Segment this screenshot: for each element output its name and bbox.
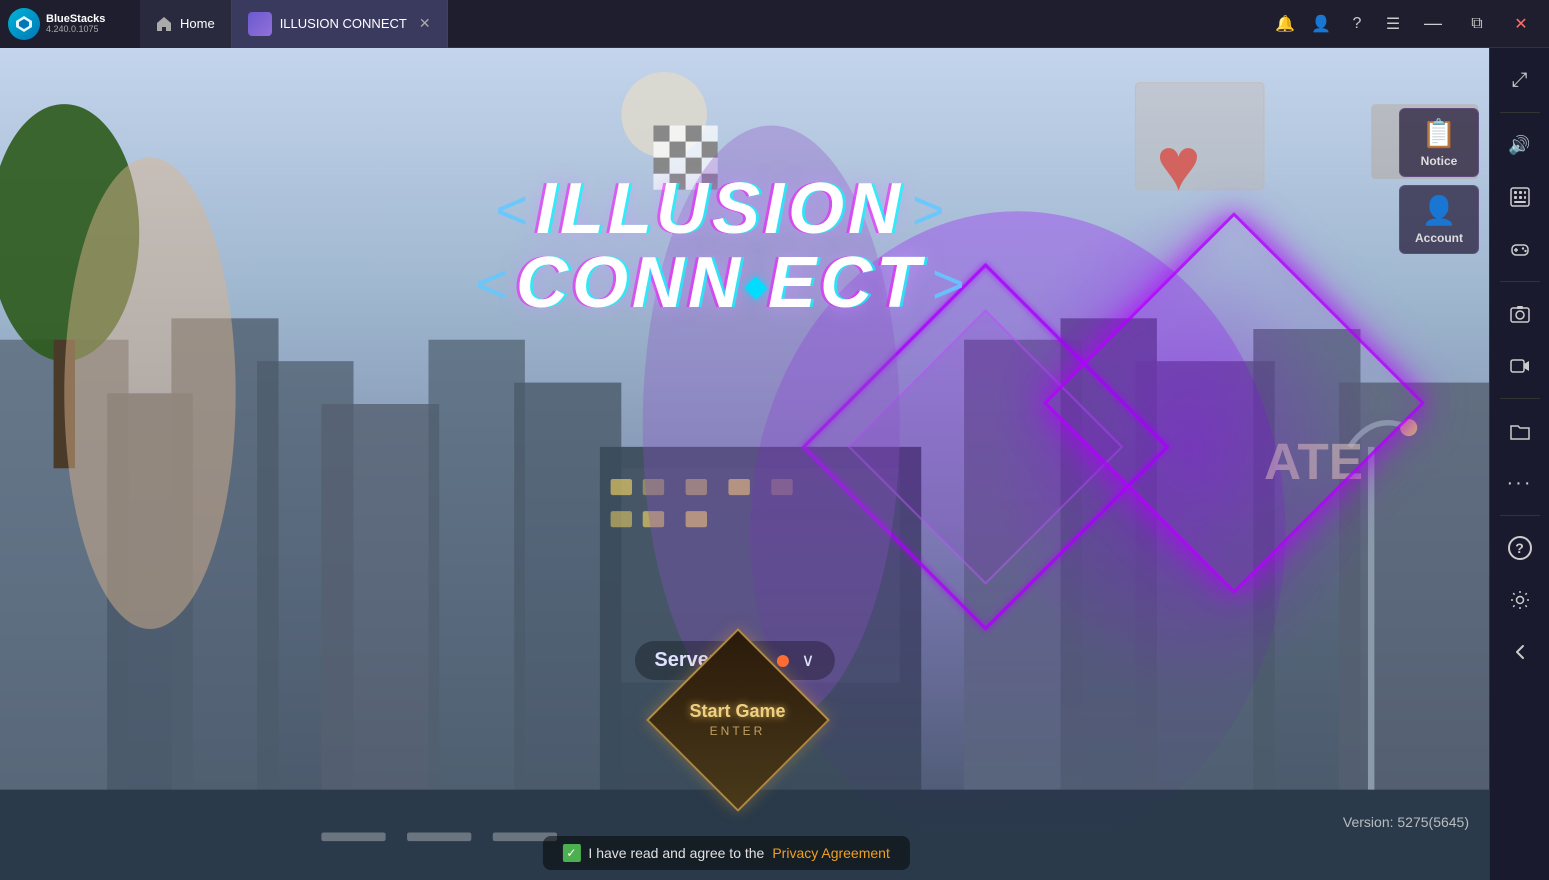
enter-label: ENTER <box>710 724 766 738</box>
svg-text:ATE: ATE <box>1264 432 1363 490</box>
home-tab[interactable]: Home <box>140 0 232 48</box>
game-tab-close[interactable]: ✕ <box>419 15 431 32</box>
gamepad-button[interactable] <box>1496 225 1544 273</box>
game-right-panel: 📋 Notice 👤 Account <box>1399 108 1479 254</box>
record-button[interactable] <box>1496 342 1544 390</box>
notice-button[interactable]: 📋 Notice <box>1399 108 1479 177</box>
sidebar-divider-4 <box>1500 515 1540 516</box>
sidebar-divider-2 <box>1500 281 1540 282</box>
bs-logo-text: BlueStacks 4.240.0.1075 <box>46 13 105 35</box>
minimize-button[interactable]: — <box>1413 8 1453 40</box>
content-area: ♥ <box>0 48 1549 880</box>
fullscreen-icon: ⤢ <box>1512 69 1528 92</box>
back-button[interactable] <box>1496 628 1544 676</box>
help-icon[interactable]: ? <box>1341 8 1373 40</box>
privacy-bar: ✓ I have read and agree to the Privacy A… <box>542 836 909 870</box>
start-btn-text: Start Game ENTER <box>689 701 785 740</box>
game-tab-icon <box>248 12 272 36</box>
right-sidebar: ⤢ 🔊 <box>1489 48 1549 880</box>
settings-icon <box>1509 589 1531 611</box>
start-game-label: Start Game <box>689 701 785 722</box>
app-window: BlueStacks 4.240.0.1075 Home ILLUSION CO… <box>0 0 1549 880</box>
volume-icon: 🔊 <box>1508 135 1530 156</box>
privacy-checkbox[interactable]: ✓ <box>562 844 580 862</box>
start-game-button[interactable]: Start Game ENTER <box>668 650 808 790</box>
bell-icon[interactable]: 🔔 <box>1269 8 1301 40</box>
close-button[interactable]: ✕ <box>1501 8 1541 40</box>
fullscreen-button[interactable]: ⤢ <box>1496 56 1544 104</box>
menu-icon[interactable]: ☰ <box>1377 8 1409 40</box>
sidebar-divider-3 <box>1500 398 1540 399</box>
title-connect: CONNECT <box>516 242 924 324</box>
bs-version: 4.240.0.1075 <box>46 25 105 35</box>
game-title: < ILLUSION > < CONNECT > <box>475 168 964 324</box>
version-text: Version: 5275(5645) <box>1343 814 1469 830</box>
home-tab-label: Home <box>180 16 215 31</box>
account-button[interactable]: 👤 Account <box>1399 185 1479 254</box>
settings-button[interactable] <box>1496 576 1544 624</box>
notice-icon: 📋 <box>1422 117 1457 150</box>
bluestacks-logo: BlueStacks 4.240.0.1075 <box>0 0 140 48</box>
title-bar-icons: 🔔 👤 ? ☰ — ⧉ ✕ <box>1269 8 1549 40</box>
account-label: Account <box>1415 231 1463 245</box>
privacy-agreement-link[interactable]: Privacy Agreement <box>772 845 890 861</box>
record-icon <box>1509 355 1531 377</box>
bs-name: BlueStacks <box>46 13 105 25</box>
help-sidebar-button[interactable]: ? <box>1496 524 1544 572</box>
game-tab-label: ILLUSION CONNECT <box>280 16 407 31</box>
restore-button[interactable]: ⧉ <box>1457 8 1497 40</box>
help-sidebar-icon: ? <box>1508 536 1532 560</box>
folder-icon <box>1509 420 1531 442</box>
title-illusion: ILLUSION <box>536 168 904 250</box>
profile-icon[interactable]: 👤 <box>1305 8 1337 40</box>
gamepad-icon <box>1509 238 1531 260</box>
privacy-text: I have read and agree to the <box>588 845 764 861</box>
more-button[interactable]: ··· <box>1496 459 1544 507</box>
checkmark-icon: ✓ <box>566 846 576 860</box>
bluestacks-icon <box>8 8 40 40</box>
notice-label: Notice <box>1421 154 1458 168</box>
folder-button[interactable] <box>1496 407 1544 455</box>
volume-button[interactable]: 🔊 <box>1496 121 1544 169</box>
account-icon: 👤 <box>1422 194 1457 227</box>
back-icon <box>1509 641 1531 663</box>
screenshot-icon <box>1509 303 1531 325</box>
keyboard-button[interactable] <box>1496 173 1544 221</box>
sidebar-divider-1 <box>1500 112 1540 113</box>
screenshot-button[interactable] <box>1496 290 1544 338</box>
title-bar: BlueStacks 4.240.0.1075 Home ILLUSION CO… <box>0 0 1549 48</box>
game-tab[interactable]: ILLUSION CONNECT ✕ <box>232 0 448 48</box>
more-icon: ··· <box>1507 472 1533 495</box>
game-viewport[interactable]: ♥ <box>0 48 1489 880</box>
keyboard-icon <box>1509 186 1531 208</box>
